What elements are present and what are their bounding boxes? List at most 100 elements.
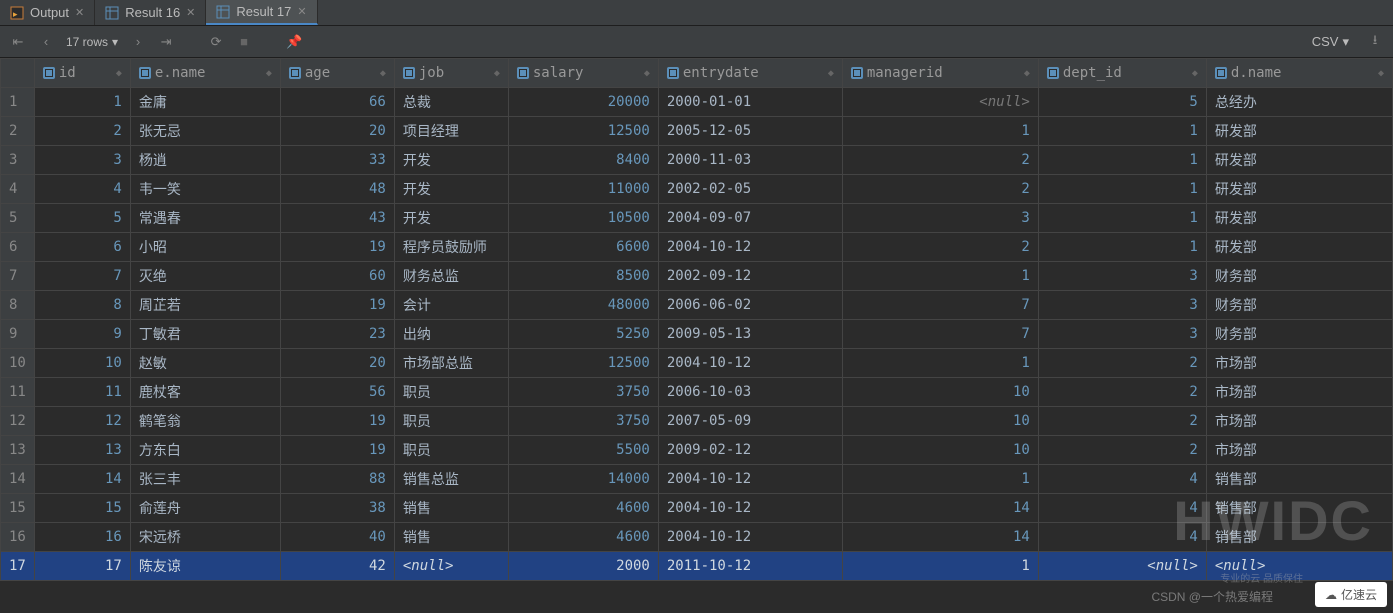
sort-icon[interactable]: ◆ [494, 68, 500, 79]
cell-managerid[interactable]: 7 [842, 320, 1038, 349]
cell-id[interactable]: 5 [34, 204, 130, 233]
cell-job[interactable]: <null> [394, 552, 508, 581]
cell-dept_id[interactable]: 1 [1038, 204, 1206, 233]
cell-ename[interactable]: 陈友谅 [130, 552, 280, 581]
table-row[interactable]: 1313方东白19职员55002009-02-12102市场部 [1, 436, 1393, 465]
first-page-icon[interactable]: ⇤ [10, 34, 26, 50]
cell-managerid[interactable]: 1 [842, 262, 1038, 291]
cell-entrydate[interactable]: 2004-10-12 [658, 465, 842, 494]
cell-dname[interactable]: 研发部 [1206, 117, 1392, 146]
column-header-age[interactable]: age◆ [280, 59, 394, 88]
cell-dname[interactable]: 销售部 [1206, 523, 1392, 552]
cell-entrydate[interactable]: 2004-10-12 [658, 523, 842, 552]
cell-job[interactable]: 销售总监 [394, 465, 508, 494]
cell-dept_id[interactable]: 1 [1038, 233, 1206, 262]
cell-ename[interactable]: 丁敏君 [130, 320, 280, 349]
cell-entrydate[interactable]: 2004-10-12 [658, 494, 842, 523]
cell-dept_id[interactable]: <null> [1038, 552, 1206, 581]
cell-id[interactable]: 10 [34, 349, 130, 378]
cell-managerid[interactable]: 14 [842, 523, 1038, 552]
cell-salary[interactable]: 12500 [508, 117, 658, 146]
cell-age[interactable]: 38 [280, 494, 394, 523]
cell-job[interactable]: 职员 [394, 407, 508, 436]
column-header-entrydate[interactable]: entrydate◆ [658, 59, 842, 88]
cell-dname[interactable]: 销售部 [1206, 494, 1392, 523]
sort-icon[interactable]: ◆ [1378, 68, 1384, 79]
cell-dname[interactable]: 财务部 [1206, 262, 1392, 291]
cell-ename[interactable]: 韦一笑 [130, 175, 280, 204]
cell-job[interactable]: 项目经理 [394, 117, 508, 146]
rows-count-label[interactable]: 17 rows ▾ [66, 35, 118, 49]
cell-dept_id[interactable]: 2 [1038, 407, 1206, 436]
row-number[interactable]: 13 [1, 436, 35, 465]
cell-ename[interactable]: 周芷若 [130, 291, 280, 320]
cell-entrydate[interactable]: 2009-02-12 [658, 436, 842, 465]
column-header-dept_id[interactable]: dept_id◆ [1038, 59, 1206, 88]
table-row[interactable]: 1717陈友谅42<null>20002011-10-121<null><nul… [1, 552, 1393, 581]
sort-icon[interactable]: ◆ [116, 68, 122, 79]
cell-dept_id[interactable]: 1 [1038, 175, 1206, 204]
table-row[interactable]: 99丁敏君23出纳52502009-05-1373财务部 [1, 320, 1393, 349]
table-row[interactable]: 55常遇春43开发105002004-09-0731研发部 [1, 204, 1393, 233]
close-icon[interactable]: ✕ [297, 5, 306, 18]
rownum-header[interactable] [1, 59, 35, 88]
cell-ename[interactable]: 金庸 [130, 88, 280, 117]
cell-age[interactable]: 20 [280, 349, 394, 378]
row-number[interactable]: 9 [1, 320, 35, 349]
cell-id[interactable]: 7 [34, 262, 130, 291]
cell-dept_id[interactable]: 2 [1038, 436, 1206, 465]
cell-job[interactable]: 开发 [394, 204, 508, 233]
cell-job[interactable]: 总裁 [394, 88, 508, 117]
row-number[interactable]: 12 [1, 407, 35, 436]
table-row[interactable]: 1111鹿杖客56职员37502006-10-03102市场部 [1, 378, 1393, 407]
column-header-job[interactable]: job◆ [394, 59, 508, 88]
cell-salary[interactable]: 8500 [508, 262, 658, 291]
table-row[interactable]: 1515俞莲舟38销售46002004-10-12144销售部 [1, 494, 1393, 523]
cell-id[interactable]: 16 [34, 523, 130, 552]
cell-dept_id[interactable]: 4 [1038, 494, 1206, 523]
cell-dname[interactable]: 研发部 [1206, 175, 1392, 204]
next-page-icon[interactable]: › [130, 34, 146, 49]
cell-id[interactable]: 3 [34, 146, 130, 175]
cell-ename[interactable]: 杨逍 [130, 146, 280, 175]
table-row[interactable]: 77灭绝60财务总监85002002-09-1213财务部 [1, 262, 1393, 291]
cell-entrydate[interactable]: 2000-11-03 [658, 146, 842, 175]
cell-dname[interactable]: 销售部 [1206, 465, 1392, 494]
cell-dept_id[interactable]: 5 [1038, 88, 1206, 117]
cell-age[interactable]: 43 [280, 204, 394, 233]
cell-age[interactable]: 20 [280, 117, 394, 146]
cell-age[interactable]: 60 [280, 262, 394, 291]
cell-managerid[interactable]: 10 [842, 407, 1038, 436]
cell-managerid[interactable]: 1 [842, 552, 1038, 581]
cell-job[interactable]: 职员 [394, 378, 508, 407]
cell-entrydate[interactable]: 2009-05-13 [658, 320, 842, 349]
cell-ename[interactable]: 灭绝 [130, 262, 280, 291]
cell-job[interactable]: 会计 [394, 291, 508, 320]
cell-job[interactable]: 程序员鼓励师 [394, 233, 508, 262]
cell-job[interactable]: 市场部总监 [394, 349, 508, 378]
row-number[interactable]: 3 [1, 146, 35, 175]
export-download-icon[interactable]: ⭳ [1367, 31, 1383, 53]
cell-entrydate[interactable]: 2007-05-09 [658, 407, 842, 436]
cell-salary[interactable]: 48000 [508, 291, 658, 320]
pin-icon[interactable]: 📌 [286, 34, 302, 50]
cell-managerid[interactable]: 1 [842, 349, 1038, 378]
row-number[interactable]: 17 [1, 552, 35, 581]
tab-result-16[interactable]: Result 16✕ [95, 0, 206, 25]
table-row[interactable]: 66小昭19程序员鼓励师66002004-10-1221研发部 [1, 233, 1393, 262]
tab-output[interactable]: ▸Output✕ [0, 0, 95, 25]
cell-job[interactable]: 开发 [394, 175, 508, 204]
cell-managerid[interactable]: 2 [842, 175, 1038, 204]
cell-salary[interactable]: 3750 [508, 407, 658, 436]
cell-age[interactable]: 40 [280, 523, 394, 552]
cell-entrydate[interactable]: 2000-01-01 [658, 88, 842, 117]
cell-salary[interactable]: 4600 [508, 523, 658, 552]
cell-dname[interactable]: 研发部 [1206, 204, 1392, 233]
last-page-icon[interactable]: ⇥ [158, 34, 174, 50]
table-row[interactable]: 33杨逍33开发84002000-11-0321研发部 [1, 146, 1393, 175]
cell-id[interactable]: 1 [34, 88, 130, 117]
cell-managerid[interactable]: 14 [842, 494, 1038, 523]
table-row[interactable]: 22张无忌20项目经理125002005-12-0511研发部 [1, 117, 1393, 146]
close-icon[interactable]: ✕ [75, 6, 84, 19]
cell-dept_id[interactable]: 3 [1038, 320, 1206, 349]
